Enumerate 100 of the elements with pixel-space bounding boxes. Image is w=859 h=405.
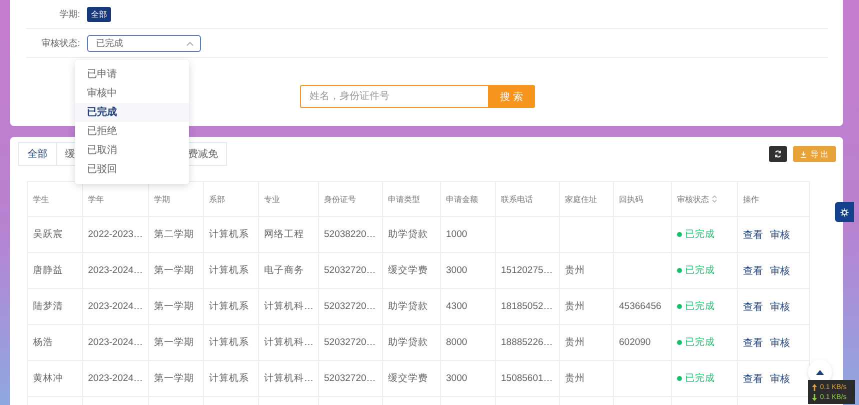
table-cell: 15085601… — [501, 373, 553, 384]
table-cell: 2023-2024… — [88, 337, 143, 348]
dropdown-option[interactable]: 审核中 — [75, 84, 189, 103]
column-header: 系部 — [209, 194, 225, 204]
dropdown-option[interactable]: 已完成 — [75, 103, 189, 122]
table-cell: 3000 — [446, 373, 468, 384]
column-header: 审核状态 — [677, 194, 709, 204]
table-cell: 黄林冲 — [33, 372, 63, 385]
action-link[interactable]: 查看 — [743, 264, 763, 278]
table-cell: 第二学期 — [154, 228, 194, 241]
action-link[interactable]: 查看 — [743, 228, 763, 242]
caret-icon — [186, 40, 194, 46]
column-header: 联系电话 — [501, 194, 533, 204]
table-cell: 计算机科… — [264, 336, 314, 349]
upload-arrow-icon — [812, 384, 817, 390]
action-link[interactable]: 审核 — [770, 372, 790, 386]
table-cell: 唐静益 — [33, 264, 63, 277]
table-cell: 第一学期 — [154, 300, 194, 313]
action-link[interactable]: 查看 — [743, 336, 763, 350]
status-dot-icon — [677, 304, 682, 309]
table-cell: 计算机系 — [209, 300, 249, 313]
column-header: 专业 — [264, 194, 280, 204]
table-cell: 45366456 — [619, 301, 662, 312]
table-cell: 52038220… — [324, 229, 376, 240]
filter-tag[interactable]: 全部 — [87, 6, 111, 22]
action-link[interactable]: 审核 — [770, 264, 790, 278]
status-text: 已完成 — [685, 372, 715, 385]
tab[interactable]: 全部 — [18, 142, 57, 166]
table-cell: 贵州 — [565, 372, 585, 385]
download-arrow-icon — [812, 394, 817, 400]
filter-label: 学期: — [58, 8, 80, 20]
table-cell: 18185052… — [501, 301, 553, 312]
action-link[interactable]: 审核 — [770, 300, 790, 314]
column-header: 申请金额 — [446, 194, 478, 204]
table-cell: 计算机系 — [209, 264, 249, 277]
table-cell: 15120275… — [501, 265, 553, 276]
action-link[interactable]: 审核 — [770, 336, 790, 350]
status-dot-icon — [677, 376, 682, 381]
table-cell: 助学贷款 — [388, 300, 428, 313]
status-dot-icon — [677, 232, 682, 237]
table-cell: 52032720… — [324, 301, 376, 312]
settings-button[interactable] — [835, 202, 854, 222]
refresh-icon — [774, 150, 782, 158]
table-cell: 计算机系 — [209, 228, 249, 241]
column-header: 回执码 — [619, 194, 643, 204]
table-cell: 4300 — [446, 301, 468, 312]
column-header: 操作 — [743, 194, 759, 204]
column-header: 学期 — [154, 194, 170, 204]
column-header: 学年 — [88, 194, 104, 204]
table-cell: 第一学期 — [154, 336, 194, 349]
table-cell: 第一学期 — [154, 372, 194, 385]
table-cell: 52032720… — [324, 337, 376, 348]
dropdown-option[interactable]: 已申请 — [75, 65, 189, 84]
table-cell: 电子商务 — [264, 264, 304, 277]
table-cell: 缓交学费 — [388, 264, 428, 277]
table-cell: 陆梦清 — [33, 300, 63, 313]
table-cell: 8000 — [446, 337, 468, 348]
status-dot-icon — [677, 340, 682, 345]
table-cell: 网络工程 — [264, 228, 304, 241]
download-icon — [800, 150, 808, 158]
action-link[interactable]: 审核 — [770, 228, 790, 242]
action-link[interactable]: 查看 — [743, 372, 763, 386]
table-cell: 助学贷款 — [388, 336, 428, 349]
table-cell: 52032720… — [324, 373, 376, 384]
table-cell: 贵州 — [565, 336, 585, 349]
status-text: 已完成 — [685, 264, 715, 277]
table-cell: 1000 — [446, 229, 468, 240]
table-cell: 缓交学费 — [388, 372, 428, 385]
column-header: 学生 — [33, 194, 49, 204]
table-cell: 计算机系 — [209, 336, 249, 349]
dropdown-option[interactable]: 已驳回 — [75, 160, 189, 179]
table-cell: 2023-2024… — [88, 301, 143, 312]
status-text: 已完成 — [685, 336, 715, 349]
refresh-button[interactable] — [769, 146, 787, 162]
search-field[interactable]: 姓名，身份证件号 — [300, 85, 488, 108]
action-link[interactable]: 查看 — [743, 300, 763, 314]
status-dot-icon — [677, 268, 682, 273]
dropdown-option[interactable]: 已拒绝 — [75, 122, 189, 141]
column-header: 申请类型 — [388, 194, 420, 204]
table-cell: 3000 — [446, 265, 468, 276]
column-header: 家庭住址 — [565, 194, 597, 204]
status-select[interactable]: 已完成 — [87, 34, 201, 52]
table-cell: 计算机科… — [264, 372, 314, 385]
table-cell: 2023-2024… — [88, 265, 143, 276]
table-cell: 18885226… — [501, 337, 553, 348]
filter-label: 审核状态: — [40, 36, 80, 50]
triangle-up-icon — [816, 370, 824, 374]
dropdown-option[interactable]: 已取消 — [75, 141, 189, 160]
table-cell: 贵州 — [565, 264, 585, 277]
status-text: 已完成 — [685, 300, 715, 313]
table-cell: 计算机科… — [264, 300, 314, 313]
table-cell: 2022-2023… — [88, 229, 143, 240]
table-cell: 吴跃宸 — [33, 228, 63, 241]
column-header: 身份证号 — [324, 194, 356, 204]
status-text: 已完成 — [685, 228, 715, 241]
table-cell: 52032720… — [324, 265, 376, 276]
table-cell: 贵州 — [565, 300, 585, 313]
table-cell: 602090 — [619, 337, 651, 348]
settings-icon — [840, 208, 849, 216]
table-cell: 第一学期 — [154, 264, 194, 277]
